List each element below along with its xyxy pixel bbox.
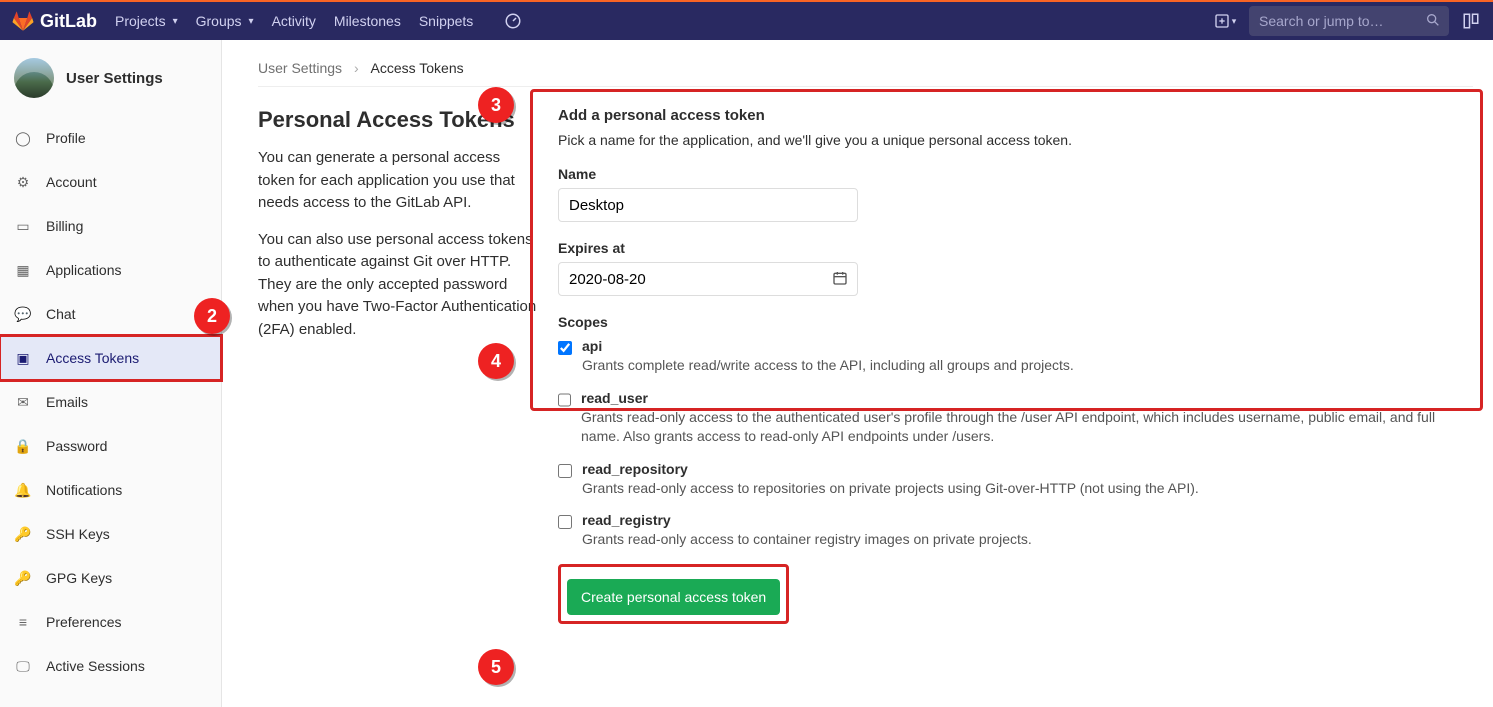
- scope-name: api: [582, 338, 1074, 354]
- chat-icon: 💬: [14, 306, 32, 323]
- sidebar-item-ssh-keys[interactable]: 🔑 SSH Keys: [0, 512, 221, 556]
- nav-projects[interactable]: Projects: [115, 13, 178, 29]
- monitor-icon: 🖵: [14, 658, 32, 675]
- expires-label: Expires at: [558, 240, 1473, 256]
- sidebar-header: User Settings: [0, 48, 221, 116]
- top-navbar: GitLab Projects Groups Activity Mileston…: [0, 0, 1493, 40]
- main-content: User Settings › Access Tokens Personal A…: [222, 40, 1493, 707]
- card-icon: ▭: [14, 218, 32, 235]
- annotation-4: 4: [478, 343, 514, 379]
- sidebar-item-preferences[interactable]: ≡ Preferences: [0, 600, 221, 644]
- scope-desc: Grants complete read/write access to the…: [582, 356, 1074, 376]
- sidebar-item-label: Applications: [46, 262, 122, 278]
- sidebar-item-password[interactable]: 🔒 Password: [0, 424, 221, 468]
- sidebar-item-label: Account: [46, 174, 97, 190]
- avatar[interactable]: [14, 58, 54, 98]
- search-icon: [1425, 12, 1441, 31]
- bell-icon: 🔔: [14, 482, 32, 499]
- annotation-5: 5: [478, 649, 514, 685]
- global-search: [1249, 6, 1449, 36]
- settings-sidebar: User Settings ◯ Profile ⚙ Account ▭ Billing…: [0, 40, 222, 707]
- gitlab-logo[interactable]: GitLab: [8, 10, 97, 32]
- key-icon: 🔑: [14, 526, 32, 543]
- sidebar-item-label: Chat: [46, 306, 76, 322]
- scope-name: read_repository: [582, 461, 1199, 477]
- annotation-2: 2: [194, 298, 230, 334]
- chevron-right-icon: ›: [354, 60, 359, 76]
- sidebar-item-profile[interactable]: ◯ Profile: [0, 116, 221, 160]
- sidebar-item-chat[interactable]: 💬 Chat: [0, 292, 221, 336]
- scopes-label: Scopes: [558, 314, 1473, 330]
- token-icon: ▣: [14, 350, 32, 367]
- sidebar-item-label: Password: [46, 438, 107, 454]
- sidebar-item-label: Active Sessions: [46, 658, 145, 674]
- breadcrumb: User Settings › Access Tokens: [258, 60, 1473, 87]
- sidebar-item-label: Notifications: [46, 482, 122, 498]
- gitlab-icon: [12, 10, 34, 32]
- sidebar-item-label: Access Tokens: [46, 350, 139, 366]
- board-icon[interactable]: [1457, 7, 1485, 35]
- sidebar-item-billing[interactable]: ▭ Billing: [0, 204, 221, 248]
- breadcrumb-root[interactable]: User Settings: [258, 60, 342, 76]
- scope-read-repository-checkbox[interactable]: [558, 464, 572, 478]
- description-p1: You can generate a personal access token…: [258, 147, 538, 215]
- gauge-icon[interactable]: [499, 7, 527, 35]
- form-heading: Add a personal access token: [558, 107, 1473, 124]
- sidebar-item-label: Emails: [46, 394, 88, 410]
- nav-activity[interactable]: Activity: [272, 13, 316, 29]
- grid-icon: ▦: [14, 262, 32, 279]
- calendar-icon[interactable]: [832, 270, 848, 289]
- sidebar-item-label: SSH Keys: [46, 526, 110, 542]
- expires-input[interactable]: [558, 262, 858, 296]
- sidebar-item-applications[interactable]: ▦ Applications: [0, 248, 221, 292]
- name-label: Name: [558, 166, 1473, 182]
- lock-icon: 🔒: [14, 438, 32, 455]
- sidebar-item-label: Profile: [46, 130, 86, 146]
- account-icon: ⚙: [14, 174, 32, 191]
- sidebar-item-active-sessions[interactable]: 🖵 Active Sessions: [0, 644, 221, 688]
- plus-icon[interactable]: ▾: [1211, 7, 1239, 35]
- sidebar-item-account[interactable]: ⚙ Account: [0, 160, 221, 204]
- scope-api: api Grants complete read/write access to…: [558, 338, 1473, 376]
- scope-read-user-checkbox[interactable]: [558, 393, 571, 407]
- scope-desc: Grants read-only access to repositories …: [582, 479, 1199, 499]
- sidebar-title: User Settings: [66, 70, 163, 87]
- sidebar-item-notifications[interactable]: 🔔 Notifications: [0, 468, 221, 512]
- form-subtitle: Pick a name for the application, and we'…: [558, 132, 1473, 148]
- highlight-box-button: Create personal access token: [558, 564, 789, 624]
- scope-name: read_registry: [582, 512, 1032, 528]
- annotation-3: 3: [478, 87, 514, 123]
- nav-milestones[interactable]: Milestones: [334, 13, 401, 29]
- breadcrumb-current: Access Tokens: [371, 60, 464, 76]
- sidebar-item-access-tokens[interactable]: ▣ Access Tokens: [0, 336, 221, 380]
- create-token-button[interactable]: Create personal access token: [567, 579, 780, 615]
- brand-label: GitLab: [40, 11, 97, 32]
- sidebar-item-gpg-keys[interactable]: 🔑 GPG Keys: [0, 556, 221, 600]
- key-icon: 🔑: [14, 570, 32, 587]
- user-icon: ◯: [14, 130, 32, 147]
- search-input[interactable]: [1249, 6, 1449, 36]
- description-p2: You can also use personal access tokens …: [258, 229, 538, 342]
- scope-desc: Grants read-only access to container reg…: [582, 530, 1032, 550]
- scope-desc: Grants read-only access to the authentic…: [581, 408, 1473, 447]
- scope-name: read_user: [581, 390, 1473, 406]
- nav-groups[interactable]: Groups: [196, 13, 254, 29]
- sidebar-item-label: GPG Keys: [46, 570, 112, 586]
- sidebar-item-label: Preferences: [46, 614, 121, 630]
- scope-api-checkbox[interactable]: [558, 341, 572, 355]
- scope-read-repository: read_repository Grants read-only access …: [558, 461, 1473, 499]
- mail-icon: ✉: [14, 394, 32, 411]
- scope-read-user: read_user Grants read-only access to the…: [558, 390, 1473, 447]
- sliders-icon: ≡: [14, 614, 32, 630]
- scope-read-registry-checkbox[interactable]: [558, 515, 572, 529]
- scope-read-registry: read_registry Grants read-only access to…: [558, 512, 1473, 550]
- name-input[interactable]: [558, 188, 858, 222]
- form-column: Add a personal access token Pick a name …: [558, 97, 1473, 624]
- sidebar-item-label: Billing: [46, 218, 83, 234]
- nav-snippets[interactable]: Snippets: [419, 13, 473, 29]
- sidebar-item-emails[interactable]: ✉ Emails: [0, 380, 221, 424]
